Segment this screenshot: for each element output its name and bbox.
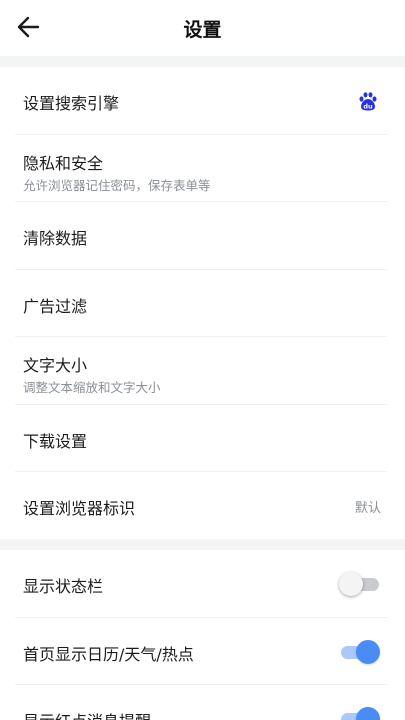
setting-label: 首页显示日历/天气/热点: [23, 644, 194, 664]
red-dot-reminder-toggle[interactable]: [339, 707, 380, 720]
setting-description: 允许浏览器记住密码，保存表单等: [23, 177, 211, 193]
setting-show-status-bar[interactable]: 显示状态栏: [15, 550, 387, 618]
setting-label: 清除数据: [23, 229, 88, 248]
setting-download[interactable]: 下载设置: [15, 405, 387, 472]
toggle-knob: [339, 572, 363, 596]
setting-label: 显示状态栏: [23, 577, 104, 596]
setting-ad-filter[interactable]: 广告过滤: [15, 270, 387, 337]
baidu-icon: du: [359, 92, 377, 111]
setting-label: 文字大小: [23, 356, 88, 375]
setting-label: 设置浏览器标识: [23, 499, 136, 518]
toggle-knob: [356, 707, 380, 720]
section-divider: [0, 539, 405, 550]
setting-homepage-widgets[interactable]: 首页显示日历/天气/热点: [15, 618, 387, 685]
setting-label: 隐私和安全: [23, 153, 104, 173]
homepage-widgets-toggle[interactable]: [339, 639, 380, 664]
svg-text:du: du: [363, 102, 373, 110]
setting-label: 显示红点消息提醒: [23, 708, 151, 720]
setting-red-dot-reminder[interactable]: 显示红点消息提醒: [15, 685, 387, 720]
setting-label: 设置搜索引擎: [23, 94, 120, 113]
section-divider: [0, 56, 405, 67]
setting-label: 下载设置: [23, 431, 88, 451]
setting-description: 调整文本缩放和文字大小: [23, 380, 161, 395]
setting-font-size[interactable]: 文字大小 调整文本缩放和文字大小: [15, 337, 387, 405]
setting-clear-data[interactable]: 清除数据: [15, 202, 387, 270]
top-bar: 设置: [0, 0, 405, 56]
page-title: 设置: [183, 19, 222, 41]
status-bar-toggle[interactable]: [339, 572, 379, 596]
setting-search-engine[interactable]: 设置搜索引擎 du: [15, 67, 387, 135]
settings-group-general: 设置搜索引擎 du 隐私和安全 允许浏览器记住密码，保存表单等 清除数据 广告过…: [0, 67, 405, 540]
toggle-knob: [356, 639, 380, 664]
setting-label: 广告过滤: [23, 296, 88, 316]
setting-user-agent[interactable]: 设置浏览器标识 默认: [15, 472, 387, 540]
setting-value: 默认: [354, 501, 381, 516]
setting-privacy-security[interactable]: 隐私和安全 允许浏览器记住密码，保存表单等: [15, 135, 387, 202]
settings-group-display: 显示状态栏 首页显示日历/天气/热点 显示红点消息提醒: [0, 550, 405, 720]
